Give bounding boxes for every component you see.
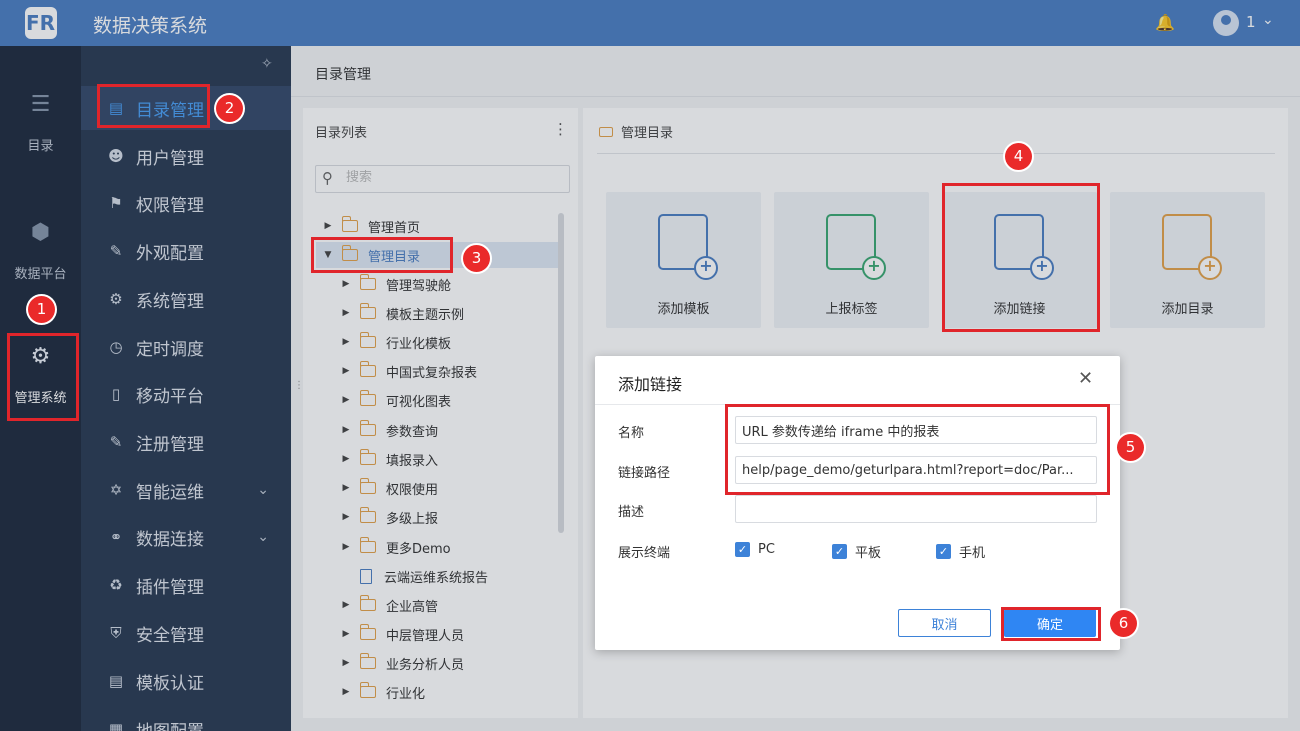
dialog-title: 添加链接 bbox=[618, 375, 683, 394]
checkbox-checked-icon[interactable]: ✓ bbox=[832, 544, 847, 559]
checkbox-checked-icon[interactable]: ✓ bbox=[735, 542, 750, 557]
path-label: 链接路径 bbox=[618, 466, 671, 481]
checkbox-label: 平板 bbox=[855, 546, 882, 561]
terminal-tablet-checkbox[interactable]: ✓ 平板 bbox=[832, 542, 881, 561]
name-label: 名称 bbox=[618, 426, 645, 441]
dialog-divider bbox=[595, 404, 1120, 405]
terminal-pc-checkbox[interactable]: ✓ PC bbox=[735, 542, 775, 557]
step-marker-4: 4 bbox=[1005, 143, 1032, 170]
step-marker-1: 1 bbox=[28, 296, 55, 323]
confirm-button[interactable]: 确定 bbox=[1004, 609, 1096, 637]
checkbox-label: PC bbox=[758, 542, 775, 557]
checkbox-checked-icon[interactable]: ✓ bbox=[936, 544, 951, 559]
terminal-mobile-checkbox[interactable]: ✓ 手机 bbox=[936, 542, 985, 561]
checkbox-label: 手机 bbox=[959, 546, 986, 561]
close-icon[interactable]: ✕ bbox=[1078, 368, 1093, 389]
description-field[interactable] bbox=[735, 495, 1097, 523]
step-marker-5: 5 bbox=[1117, 434, 1144, 461]
step-marker-2: 2 bbox=[216, 95, 243, 122]
terminal-label: 展示终端 bbox=[618, 546, 671, 561]
link-path-field[interactable] bbox=[735, 456, 1097, 484]
step-marker-6: 6 bbox=[1110, 610, 1137, 637]
add-link-dialog: 添加链接 ✕ 名称 链接路径 描述 展示终端 ✓ PC ✓ 平板 ✓ 手机 取消 确定 bbox=[595, 356, 1120, 650]
cancel-button[interactable]: 取消 bbox=[898, 609, 991, 637]
step-marker-3: 3 bbox=[463, 245, 490, 272]
name-field[interactable] bbox=[735, 416, 1097, 444]
description-label: 描述 bbox=[618, 505, 645, 520]
